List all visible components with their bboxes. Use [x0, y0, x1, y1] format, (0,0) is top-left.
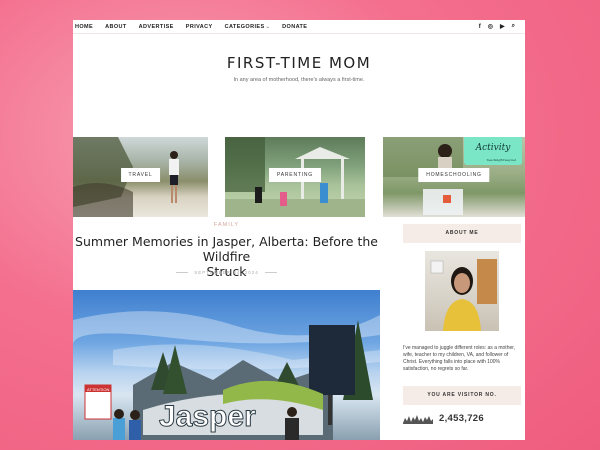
activity-card: Activity TeachingEdway.net [464, 137, 522, 165]
youtube-icon[interactable]: ▶ [500, 23, 505, 30]
divider [176, 272, 189, 273]
tile-homeschooling[interactable]: Activity TeachingEdway.net HOMESCHOOLING [383, 137, 525, 217]
site-tagline: In any area of motherhood, there's alway… [233, 77, 365, 83]
post-date-row: SEPTEMBER 04, 2024 [73, 270, 380, 275]
tile-travel[interactable]: TRAVEL [73, 137, 208, 217]
svg-text:ATTENTION: ATTENTION [87, 387, 109, 392]
visitor-heading: YOU ARE VISITOR NO. [403, 386, 521, 405]
tile-parenting[interactable]: PARENTING [225, 137, 365, 217]
author-avatar[interactable] [425, 251, 499, 331]
divider [264, 272, 277, 273]
sidebar: ABOUT ME I've managed to juggle differen… [403, 224, 521, 424]
instagram-icon[interactable]: ◎ [488, 23, 493, 30]
jasper-sign-photo: Jasper ATTENTION [73, 311, 380, 440]
post-date: SEPTEMBER 04, 2024 [194, 270, 259, 275]
nav-links: HOME ABOUT ADVERTISE PRIVACY CATEGORIES⌄… [75, 24, 307, 30]
visitor-count: 2,453,726 [439, 413, 484, 424]
author-photo [430, 259, 497, 331]
activity-card-title: Activity [475, 143, 511, 153]
about-me-text: I've managed to juggle different roles: … [403, 345, 516, 372]
nav-advertise-link[interactable]: ADVERTISE [139, 24, 174, 30]
tile-label-parenting: PARENTING [269, 168, 321, 182]
svg-text:Jasper: Jasper [159, 400, 256, 433]
nav-donate-link[interactable]: DONATE [282, 24, 307, 30]
social-icons: f ◎ ▶ ⌕ [479, 23, 523, 30]
category-tiles: TRAVEL PARENTING Activity TeachingEdway.… [73, 137, 525, 217]
chevron-down-icon: ⌄ [265, 23, 271, 30]
nav-home-link[interactable]: HOME [75, 24, 93, 30]
facebook-icon[interactable]: f [479, 24, 481, 30]
top-navigation: HOME ABOUT ADVERTISE PRIVACY CATEGORIES⌄… [73, 20, 525, 34]
post-title-line-1: Summer Memories in Jasper, Alberta: Befo… [75, 234, 378, 264]
activity-card-source: TeachingEdway.net [486, 158, 516, 162]
post-category[interactable]: FAMILY [73, 222, 380, 228]
tile-label-travel: TRAVEL [120, 168, 161, 182]
visitor-counter: 2,453,726 [403, 413, 521, 424]
tile-label-homeschooling: HOMESCHOOLING [418, 168, 490, 182]
visitor-sparkline-icon [403, 414, 433, 424]
nav-about-link[interactable]: ABOUT [105, 24, 127, 30]
post-featured-image[interactable]: Jasper ATTENTION [73, 290, 380, 440]
search-icon[interactable]: ⌕ [512, 23, 515, 30]
nav-categories-label: CATEGORIES [224, 23, 265, 30]
about-me-heading: ABOUT ME [403, 224, 521, 243]
site-title[interactable]: FIRST-TIME MOM [73, 54, 525, 72]
blog-page: HOME ABOUT ADVERTISE PRIVACY CATEGORIES⌄… [73, 20, 525, 440]
nav-privacy-link[interactable]: PRIVACY [186, 24, 213, 30]
nav-categories-dropdown[interactable]: CATEGORIES⌄ [225, 24, 271, 30]
